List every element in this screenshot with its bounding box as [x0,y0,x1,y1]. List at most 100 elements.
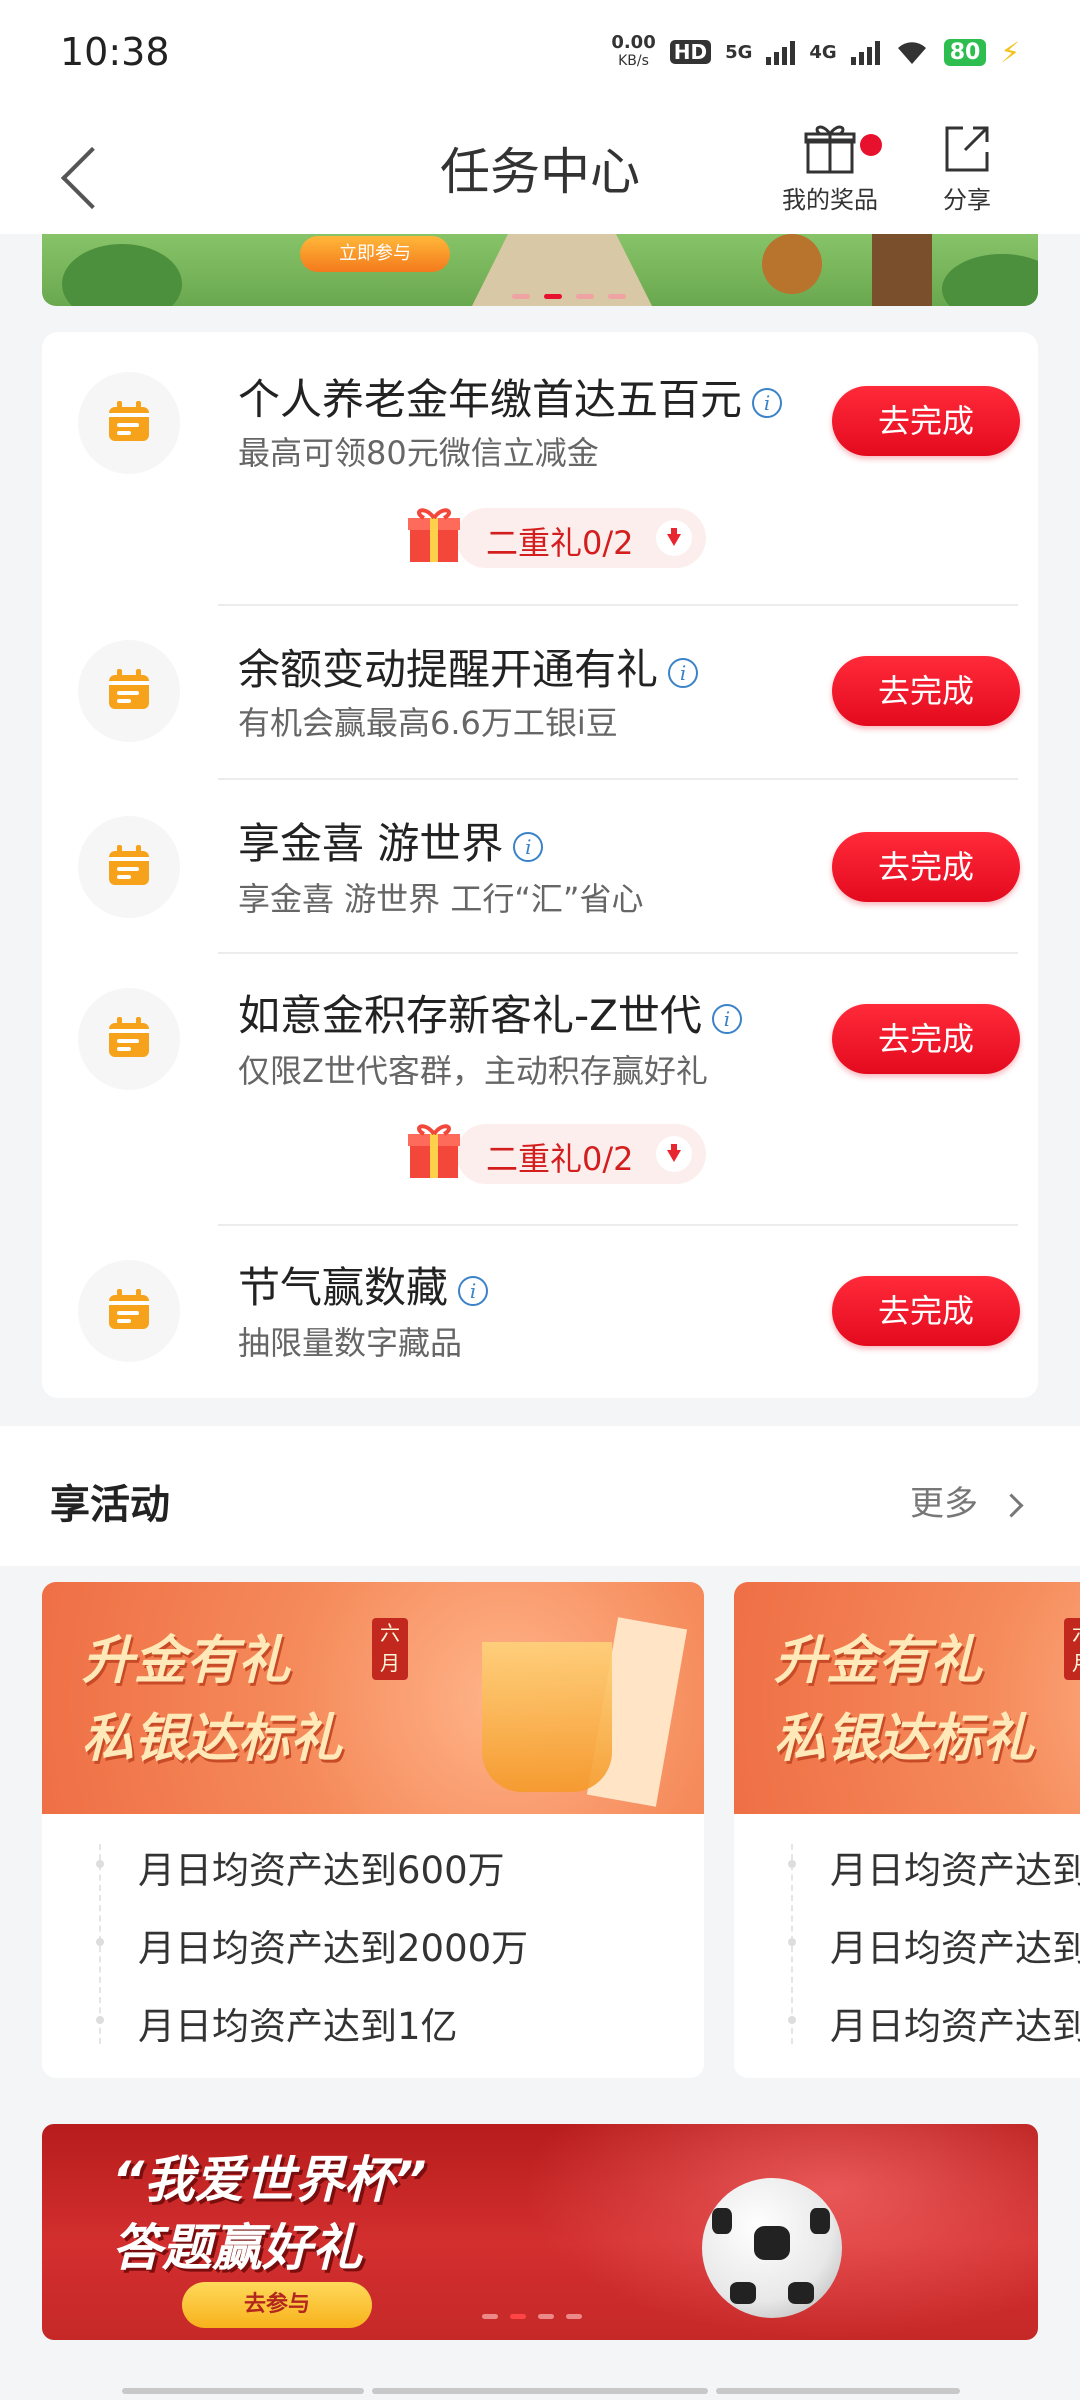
task-icon-container [78,640,180,742]
activity-item: 月日均资产达到600万 [138,1849,505,1892]
soccer-ball-image [702,2178,842,2318]
gift-box-icon [408,1124,460,1178]
activity-banner-image: 升金有礼 私银达标礼 六月 [42,1582,704,1814]
gold-cup-decoration [482,1642,612,1792]
gift-progress-label: 二重礼0/2 [486,524,634,562]
task-title: 享金喜 游世界 i [238,810,544,871]
net-speed: 0.00 KB/s [611,32,656,70]
task-title: 如意金积存新客礼-Z世代 i [238,982,742,1043]
info-icon[interactable]: i [513,831,544,862]
calendar-icon [109,669,149,709]
signal-5g-label: 5G [725,41,753,63]
month-tag: 六月 [372,1618,408,1680]
status-icons: 0.00 KB/s HD 5G 4G 80 ⚡ [611,34,1020,70]
banner-tree-decoration [872,234,932,306]
task-title: 节气赢数藏 i [238,1254,489,1315]
calendar-icon [109,401,149,441]
notification-dot [860,134,882,156]
signal-bars-icon [766,39,796,65]
activities-section-header: 享活动 更多 [0,1426,1080,1566]
task-description: 抽限量数字藏品 [238,1324,463,1362]
carousel-dot [538,2314,554,2319]
complete-task-button[interactable]: 去完成 [832,1276,1020,1346]
double-gift-toggle[interactable]: 二重礼0/2 [406,1124,746,1184]
timeline-dot [96,1860,104,1868]
gift-progress-label: 二重礼0/2 [486,1140,634,1178]
app-header: 任务中心 我的奖品 分享 [0,110,1080,234]
signal-4g-label: 4G [809,41,837,63]
activity-card[interactable]: 升金有礼 私银达标礼 六月 月日均资产达到600万 月日均资产达到2000万 月… [734,1582,1080,2078]
activity-item: 月日均资产达到600万 [830,1849,1080,1892]
gift-box-icon [408,508,460,562]
info-icon[interactable]: i [458,1275,489,1306]
wifi-icon [897,42,926,64]
carousel-dot [482,2314,498,2319]
info-icon[interactable]: i [752,387,783,418]
carousel-dot [566,2314,582,2319]
share-label: 分享 [943,186,991,214]
more-link[interactable]: 更多 [910,1476,1024,1525]
task-item: 个人养老金年缴首达五百元 i 最高可领80元微信立减金 去完成 二重礼0/2 [42,332,1038,602]
activity-item: 月日均资产达到2000万 [830,1927,1080,1970]
expand-arrow-icon [656,1136,692,1172]
activity-banner-image: 升金有礼 私银达标礼 六月 [734,1582,1080,1814]
double-gift-toggle[interactable]: 二重礼0/2 [406,508,746,568]
my-prizes-button[interactable]: 我的奖品 [775,120,885,215]
task-item: 节气赢数藏 i 抽限量数字藏品 去完成 [42,1226,1038,1396]
info-icon[interactable]: i [668,657,699,688]
task-icon-container [78,1260,180,1362]
share-button[interactable]: 分享 [912,120,1022,215]
banner-subheadline: 答题赢好礼 [112,2219,362,2277]
activity-item: 月日均资产达到1亿 [830,2005,1080,2048]
info-icon[interactable]: i [711,1003,742,1034]
banner-bush-decoration [62,244,182,306]
task-description: 最高可领80元微信立减金 [238,434,599,472]
banner-subheadline: 私银达标礼 [774,1709,1035,1769]
task-item: 享金喜 游世界 i 享金喜 游世界 工行“汇”省心 去完成 [42,780,1038,954]
complete-task-button[interactable]: 去完成 [832,1004,1020,1074]
gift-icon [804,125,856,174]
task-list-card: 个人养老金年缴首达五百元 i 最高可领80元微信立减金 去完成 二重礼0/2 余… [42,332,1038,1398]
timeline-dot [96,2016,104,2024]
carousel-dot-active [510,2314,526,2319]
activity-card[interactable]: 升金有礼 私银达标礼 六月 月日均资产达到600万 月日均资产达到2000万 月… [42,1582,704,2078]
participate-button[interactable]: 去参与 [182,2282,372,2328]
top-promo-banner[interactable]: 立即参与 [42,234,1038,306]
signal-bars-icon [850,39,880,65]
task-icon-container [78,372,180,474]
my-prizes-label: 我的奖品 [782,186,878,214]
banner-subheadline: 私银达标礼 [82,1709,343,1769]
task-title: 余额变动提醒开通有礼 i [238,636,699,697]
timeline-dot [788,2016,796,2024]
calendar-icon [109,1289,149,1329]
calendar-icon [109,845,149,885]
carousel-dot-active [544,294,562,299]
banner-headline: 升金有礼 [774,1631,983,1691]
month-tag: 六月 [1064,1618,1080,1680]
banner-headline: 升金有礼 [82,1631,291,1691]
expand-arrow-icon [656,520,692,556]
banner-headline: “我爱世界杯” [112,2151,427,2209]
complete-task-button[interactable]: 去完成 [832,386,1020,456]
calendar-icon [109,1017,149,1057]
status-bar: 10:38 0.00 KB/s HD 5G 4G 80 ⚡ [0,0,1080,110]
bottom-tab-indicator [122,2388,364,2394]
carousel-dot [608,294,626,299]
monkey-mascot-image [762,234,822,294]
activity-card-viewport: 升金有礼 私银达标礼 六月 月日均资产达到600万 月日均资产达到2000万 月… [734,1582,1080,2078]
activity-item: 月日均资产达到2000万 [138,1927,529,1970]
complete-task-button[interactable]: 去完成 [832,656,1020,726]
worldcup-promo-banner[interactable]: “我爱世界杯” 答题赢好礼 去参与 [42,2124,1038,2340]
timeline-dot [788,1860,796,1868]
more-label: 更多 [910,1484,978,1524]
task-icon-container [78,816,180,918]
join-now-button[interactable]: 立即参与 [300,236,450,272]
banner-bush-decoration [942,254,1038,306]
task-description: 享金喜 游世界 工行“汇”省心 [238,880,644,918]
complete-task-button[interactable]: 去完成 [832,832,1020,902]
carousel-dot [512,294,530,299]
task-description: 有机会赢最高6.6万工银i豆 [238,704,618,742]
bottom-tab-indicator [716,2388,960,2394]
activity-item: 月日均资产达到1亿 [138,2005,458,2048]
timeline-dot [96,1938,104,1946]
